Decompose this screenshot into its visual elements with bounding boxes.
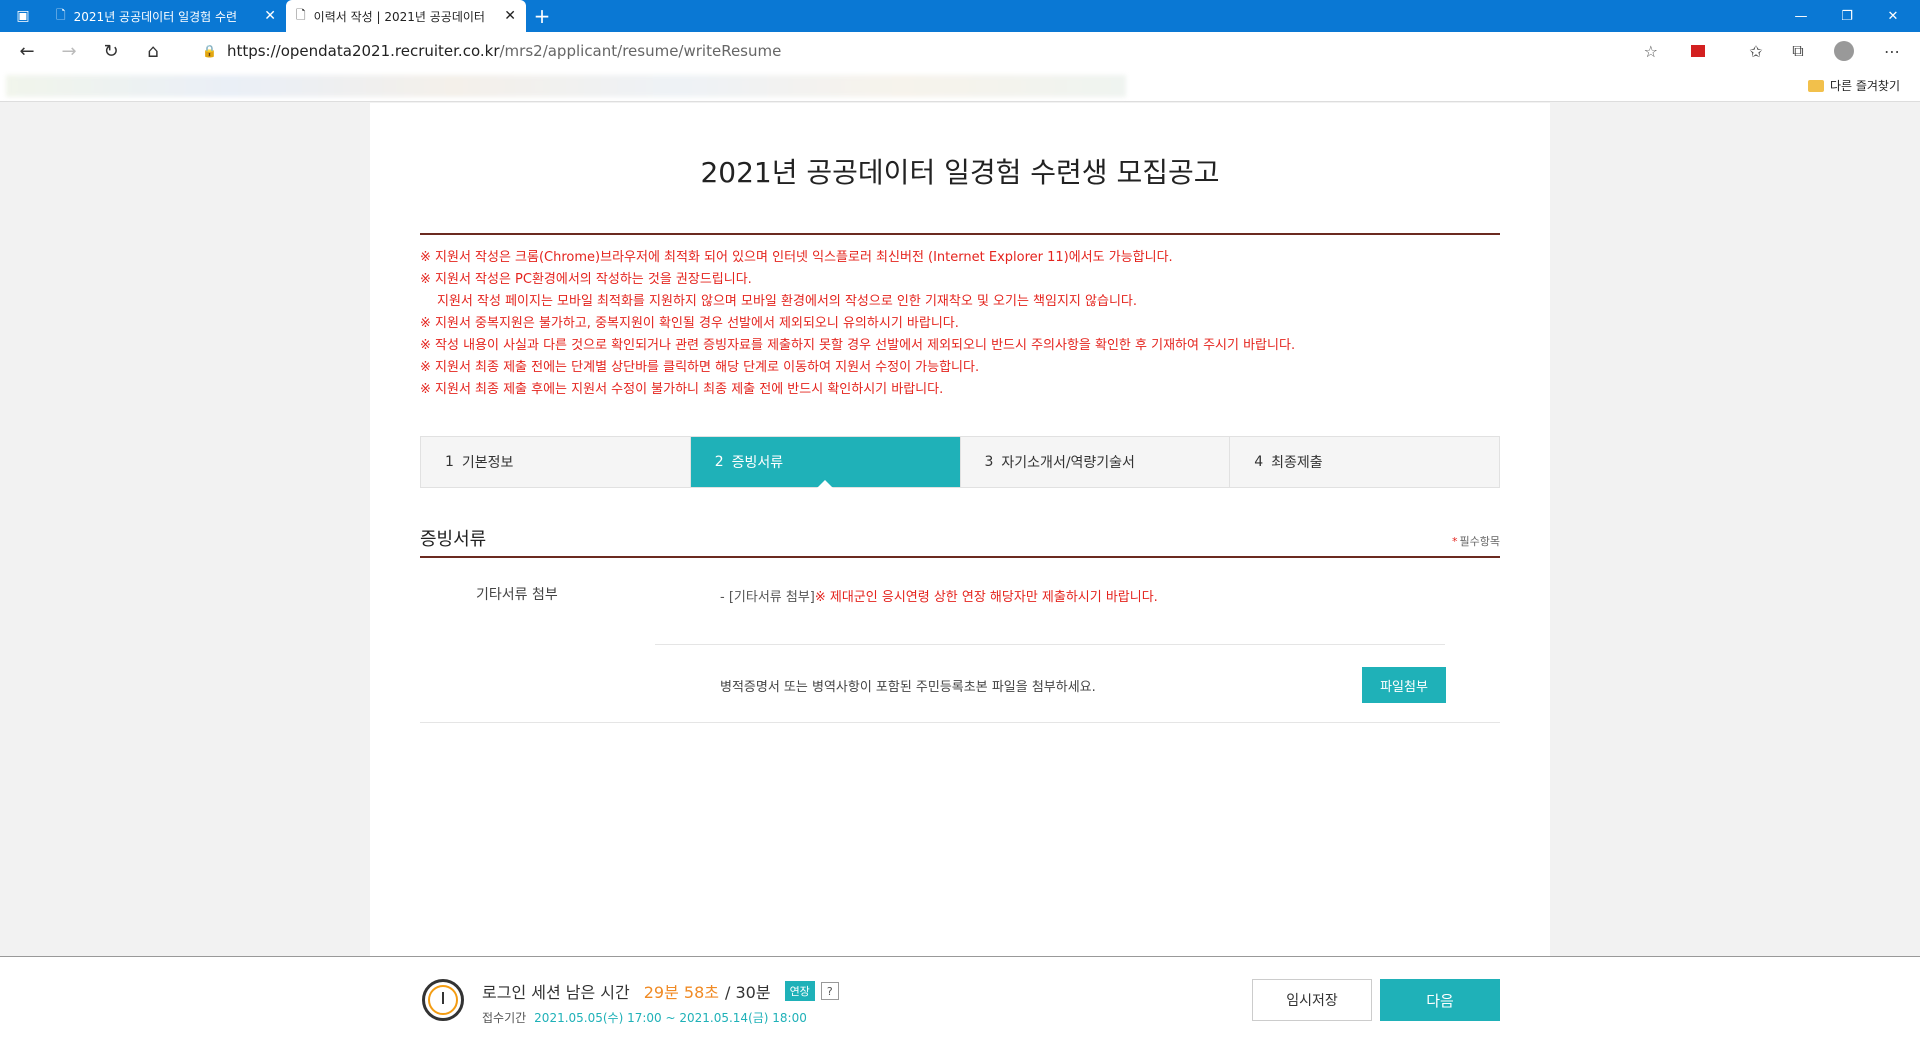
help-icon[interactable]: ? [820,982,839,1000]
folder-icon [1807,79,1824,92]
extension-icon[interactable] [1680,32,1716,70]
url-path: /mrs2/applicant/resume/writeResume [499,42,782,60]
step-label: 최종제출 [1271,455,1323,471]
close-icon[interactable]: ✕ [504,8,516,24]
file-instruction: 병적증명서 또는 병역사항이 포함된 주민등록초본 파일을 첨부하세요. [720,680,1096,695]
address-bar[interactable]: 🔒 https://opendata2021.recruiter.co.kr/m… [188,36,1668,66]
temp-save-button[interactable]: 임시저장 [1252,979,1372,1021]
step-final-submit[interactable]: 4 최종제출 [1230,437,1499,487]
notice-line: ※ 지원서 작성은 크롬(Chrome)브라우저에 최적화 되어 있으며 인터넷… [420,250,1173,265]
session-timer: 로그인 세션 남은 시간 29분 58초 / 30분 연장 ? [482,979,839,1003]
page-icon: 🗋 [296,7,306,22]
page-icon: 🗋 [56,7,66,22]
step-self-intro[interactable]: 3 자기소개서/역량기술서 [961,437,1231,487]
new-tab-icon[interactable]: + [526,0,558,32]
other-favorites-label: 다른 즐겨찾기 [1829,79,1900,93]
refresh-icon[interactable]: ↻ [92,32,130,70]
tab-title: 이력서 작성 | 2021년 공공데이터 [313,9,485,24]
home-icon[interactable]: ⌂ [134,32,172,70]
page-title: 2021년 공공데이터 일경험 수련생 모집공고 [700,156,1220,189]
forward-arrow-icon[interactable]: → [50,32,88,70]
session-label: 로그인 세션 남은 시간 [482,983,630,1002]
required-star-icon: * [1452,535,1458,548]
step-number: 1 [445,454,454,470]
divider [655,644,1445,645]
step-number: 2 [714,454,724,470]
file-attach-button[interactable]: 파일첨부 [1362,667,1446,703]
document-row: 기타서류 첨부 - [기타서류 첨부]※ 제대군인 응시연령 상한 연장 해당자… [420,558,1500,723]
notice-line: ※ 지원서 작성은 PC환경에서의 작성하는 것을 권장드립니다. [420,272,752,287]
step-label: 자기소개서/역량기술서 [1001,455,1135,471]
step-number: 3 [984,454,994,470]
browser-tab-2[interactable]: 🗋 이력서 작성 | 2021년 공공데이터 ✕ [286,0,526,32]
minimize-icon[interactable]: — [1778,0,1824,32]
close-icon[interactable]: ✕ [264,8,276,24]
footer-bar: 로그인 세션 남은 시간 29분 58초 / 30분 연장 ? 접수기간 2021… [0,956,1920,1040]
required-label: 필수항목 [1459,535,1500,548]
lock-icon: 🔒 [202,44,217,58]
next-button[interactable]: 다음 [1380,979,1500,1021]
browser-tab-1[interactable]: 🗋 2021년 공공데이터 일경험 수련 ✕ [46,0,286,32]
period-label: 접수기간 [482,1011,527,1025]
section-header: 증빙서류 * 필수항목 [420,523,1500,558]
section-title: 증빙서류 [420,529,487,550]
step-number: 4 [1254,454,1264,470]
desc-warning: ※ 제대군인 응시연령 상한 연장 해당자만 제출하시기 바랍니다. [814,590,1158,605]
step-documents[interactable]: 2 증빙서류 [690,437,961,488]
favorites-icon[interactable]: ✩ [1738,32,1774,70]
collections-icon[interactable]: ⧉ [1780,32,1816,70]
session-total: / 30분 [725,983,771,1002]
clock-icon [422,979,464,1021]
row-label: 기타서류 첨부 [476,587,558,603]
period-value: 2021.05.05(수) 17:00 ~ 2021.05.14(금) 18:0… [534,1011,807,1025]
restore-icon[interactable]: ❐ [1824,0,1870,32]
step-bar: 1 기본정보 2 증빙서류 3 자기소개서/역량기술서 4 최종제출 [420,436,1500,488]
notice-line: ※ 작성 내용이 사실과 다른 것으로 확인되거나 관련 증빙자료를 제출하지 … [420,338,1296,353]
required-note: * 필수항목 [1452,533,1500,549]
notice-line: ※ 지원서 중복지원은 불가하고, 중복지원이 확인될 경우 선발에서 제외되오… [420,316,959,331]
notice-line: 지원서 작성 페이지는 모바일 최적화를 지원하지 않으며 모바일 환경에서의 … [437,294,1137,309]
step-basic-info[interactable]: 1 기본정보 [421,437,691,487]
page-content: 2021년 공공데이터 일경험 수련생 모집공고 ※ 지원서 작성은 크롬(Ch… [370,103,1550,956]
extend-button[interactable]: 연장 [784,981,815,1001]
application-period: 접수기간 2021.05.05(수) 17:00 ~ 2021.05.14(금) … [482,1009,807,1026]
browser-tab-strip: ▣ 🗋 2021년 공공데이터 일경험 수련 ✕ 🗋 이력서 작성 | 2021… [0,0,1920,32]
step-label: 기본정보 [461,455,514,471]
tab-title: 2021년 공공데이터 일경험 수련 [73,9,238,24]
session-remaining: 29분 58초 [643,983,719,1002]
add-favorite-icon[interactable]: ☆ [1644,42,1658,61]
back-arrow-icon[interactable]: ← [8,32,46,70]
blurred-bookmarks [6,75,1126,97]
other-favorites[interactable]: 다른 즐겨찾기 [1807,77,1900,94]
desc-prefix: - [기타서류 첨부] [720,590,815,605]
row-description: - [기타서류 첨부]※ 제대군인 응시연령 상한 연장 해당자만 제출하시기 … [720,586,1158,605]
notice-line: ※ 지원서 최종 제출 후에는 지원서 수정이 불가하니 최종 제출 전에 반드… [420,382,944,397]
url-domain: https://opendata2021.recruiter.co.kr [226,42,500,60]
browser-toolbar: ← → ↻ ⌂ 🔒 https://opendata2021.recruiter… [0,32,1920,70]
more-menu-icon[interactable]: ⋯ [1874,32,1910,70]
notice-box: ※ 지원서 작성은 크롬(Chrome)브라우저에 최적화 되어 있으며 인터넷… [420,233,1500,401]
profile-avatar-icon[interactable] [1826,32,1862,70]
notice-line: ※ 지원서 최종 제출 전에는 단계별 상단바를 클릭하면 해당 단계로 이동하… [420,360,980,375]
window-close-icon[interactable]: ✕ [1870,0,1916,32]
step-label: 증빙서류 [731,455,784,471]
bookmarks-bar: 다른 즐겨찾기 [0,70,1920,102]
tab-actions-icon[interactable]: ▣ [0,0,46,32]
